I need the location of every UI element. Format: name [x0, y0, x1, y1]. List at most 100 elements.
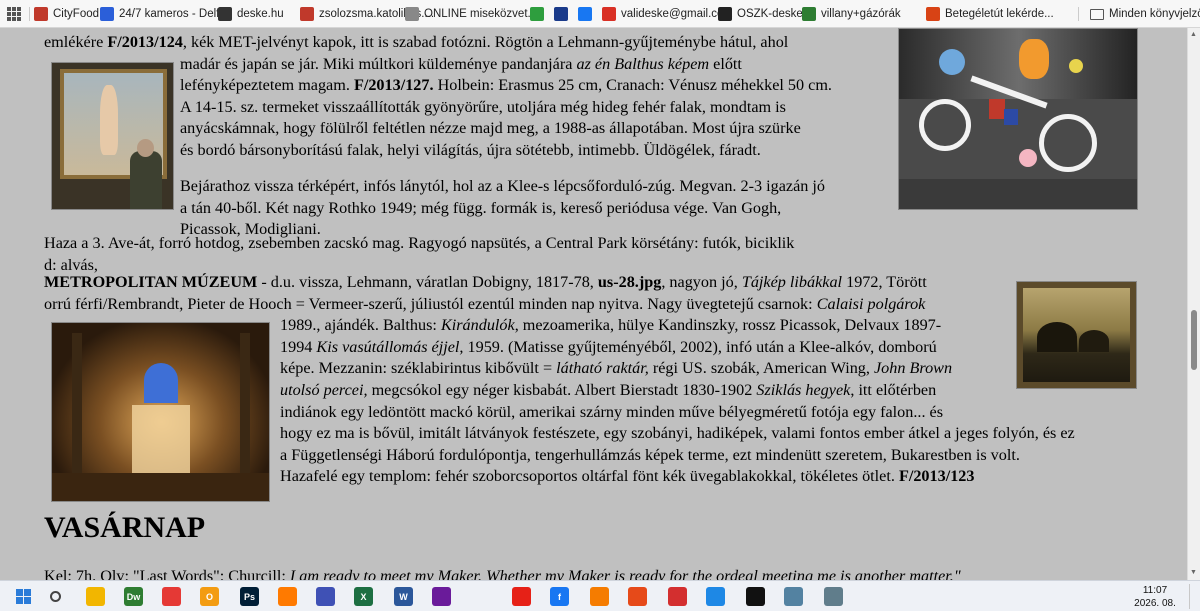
outlook-icon[interactable]: O [200, 587, 219, 606]
bookmark-item[interactable]: villany+gázórák [802, 5, 901, 23]
shield-icon[interactable] [706, 587, 725, 606]
c-icon [530, 7, 544, 21]
text-span: 1994 [280, 337, 317, 356]
text-span: lefényképeztetem magam. [180, 76, 354, 95]
villany-icon [802, 7, 816, 21]
bookmark-item[interactable]: ONLINE miseközvet... [405, 5, 537, 23]
word-icon[interactable]: W [394, 587, 413, 606]
o-icon [554, 7, 568, 21]
firefox-icon[interactable] [278, 587, 297, 606]
text-span: , kék MET-jelvényt kapok, itt is szabad … [182, 33, 789, 51]
text-span: madár és japán se jár. Miki múltkori kül… [180, 54, 577, 73]
web-page: emlékére F/2013/124, kék MET-jelvényt ka… [6, 28, 1187, 580]
anydesk-icon[interactable] [668, 587, 687, 606]
bookmark-item[interactable]: CityFood [34, 5, 99, 23]
photoshop-icon[interactable]: Ps [240, 587, 259, 606]
bookmark-item[interactable] [578, 5, 597, 23]
text-span: I am ready to meet my Maker. Whether my … [289, 567, 961, 580]
globe-icon [405, 7, 419, 21]
text-span: orrú férfi/Rembrandt, Pieter de Hooch = … [44, 294, 817, 313]
text-line: Hazafelé egy templom: fehér szoborcsopor… [280, 466, 975, 488]
show-desktop-button[interactable] [1189, 584, 1200, 609]
text-span: Bejárathoz vissza térképért, infós lányt… [180, 177, 826, 195]
all-bookmarks-button[interactable]: Minden könyvjelző [1090, 5, 1200, 23]
section-heading: VASÁRNAP [44, 511, 206, 544]
text-span: megcsókol egy néger kisbabát. Albert Bie… [367, 381, 757, 399]
text-line: Haza a 3. Ave-át, forró hotdog, zsebembe… [44, 233, 794, 255]
photo-ghost-bike [898, 28, 1138, 210]
bookmark-label: deske.hu [237, 8, 284, 20]
text-span: F/2013/123 [898, 467, 975, 486]
search-icon[interactable] [46, 587, 65, 606]
text-span: hogy ez ma is bővül, imitált látványok f… [280, 424, 1075, 443]
network-icon[interactable] [824, 587, 843, 606]
text-span: Holbein: Erasmus 25 cm, Cranach: Vénusz … [433, 76, 832, 95]
text-span: Tájkép libákkal [741, 273, 843, 291]
text-span: emlékére [44, 33, 108, 51]
text-span: Calaisi polgárok [816, 294, 926, 313]
text-span: , nagyon jó, [661, 273, 742, 291]
bookmark-label: Betegéletút lekérde... [945, 8, 1054, 20]
text-line: 1994 Kis vasútállomás éjjel, 1959. (Mati… [280, 337, 937, 359]
text-span: - d.u. vissza, Lehmann, váratlan Dobigny… [257, 273, 598, 291]
folder-icon [1090, 8, 1104, 20]
java-icon[interactable] [784, 587, 803, 606]
bookmark-label: CityFood [53, 8, 100, 20]
bookmark-item[interactable]: deske.hu [218, 5, 284, 23]
text-span: a Függetlenségi Háború fordulópontja, te… [280, 445, 1020, 464]
bookmark-item[interactable]: valideske@gmail.co... [602, 5, 733, 23]
text-span: F/2013/127. [353, 76, 434, 95]
bookmark-item[interactable]: Betegéletút lekérde... [926, 5, 1054, 23]
cityfood-icon [34, 7, 48, 21]
katolikus-icon [300, 7, 314, 21]
file-explorer-icon[interactable] [86, 587, 105, 606]
clock-time: 11:07 [1142, 585, 1168, 596]
text-line: orrú férfi/Rembrandt, Pieter de Hooch = … [44, 294, 925, 316]
text-span: Haza a 3. Ave-át, forró hotdog, zsebembe… [44, 234, 795, 252]
save-icon[interactable] [316, 587, 335, 606]
gmail-icon [602, 7, 616, 21]
bookmark-item[interactable] [554, 5, 573, 23]
start-icon[interactable] [14, 587, 33, 606]
beteg-icon [926, 7, 940, 21]
text-line: anyácskámnak, hogy fölülről feltétlen né… [180, 118, 801, 140]
excel-icon[interactable]: X [354, 587, 373, 606]
text-line: 1989., ajándék. Balthus: Kirándulók, mez… [280, 315, 941, 337]
clock-date: 2026. 08. 20. [1134, 598, 1176, 609]
scrollbar-thumb[interactable] [1191, 310, 1197, 370]
text-span: 1959. (Matisse gyűjteményéből, 2002), in… [463, 337, 937, 356]
sketch-icon[interactable] [628, 587, 647, 606]
text-span: az én Balthus képem [576, 54, 710, 73]
text-span: Kirándulók [440, 316, 515, 335]
scroll-down-icon[interactable]: ▼ [1190, 568, 1197, 576]
text-span: anyácskámnak, hogy fölülről feltétlen né… [180, 119, 801, 138]
windows-taskbar: Dw O Ps X Wf 11:07 2026. 08. 20. [0, 580, 1200, 611]
facebook-task-icon[interactable]: f [550, 587, 569, 606]
bookmark-item[interactable] [530, 5, 549, 23]
dreamweaver-icon[interactable]: Dw [124, 587, 143, 606]
text-line: Bejárathoz vissza térképért, infós lányt… [180, 176, 825, 198]
bookmark-item[interactable]: 24/7 kameros - Delf... [100, 5, 229, 23]
facebook-icon [578, 7, 592, 21]
chrome-icon[interactable] [162, 587, 181, 606]
system-clock[interactable]: 11:07 2026. 08. 20. [1128, 584, 1182, 611]
text-span: képe. Mezzanin: széklabirintus kibővült … [280, 359, 557, 378]
text-span: indiánok egy ledöntött mackó körül, amer… [280, 402, 944, 421]
text-span: a tán 40-ből. Két nagy Rothko 1949; még … [180, 198, 782, 217]
terminal-icon[interactable] [746, 587, 765, 606]
text-span: , itt előtérben [850, 381, 937, 399]
vlc-icon[interactable] [590, 587, 609, 606]
vertical-scrollbar[interactable]: ▲ ▼ [1187, 28, 1200, 580]
player-icon[interactable] [432, 587, 451, 606]
scroll-up-icon[interactable]: ▲ [1190, 30, 1197, 38]
youtube-icon[interactable] [512, 587, 531, 606]
text-span: régi US. szobák, American Wing, [648, 359, 874, 378]
text-span: és bordó bársonyborítású falak, helyi vi… [180, 141, 761, 159]
text-span: , mezoamerika, hülye Kandinszky, rossz P… [514, 316, 942, 335]
text-line: indiánok egy ledöntött mackó körül, amer… [280, 402, 943, 424]
bookmark-item[interactable]: OSZK-deske [718, 5, 803, 23]
apps-grid-icon[interactable] [7, 7, 21, 21]
deske-icon [218, 7, 232, 21]
text-span: előtt [709, 54, 742, 73]
text-span: Sziklás hegyek [756, 381, 851, 399]
